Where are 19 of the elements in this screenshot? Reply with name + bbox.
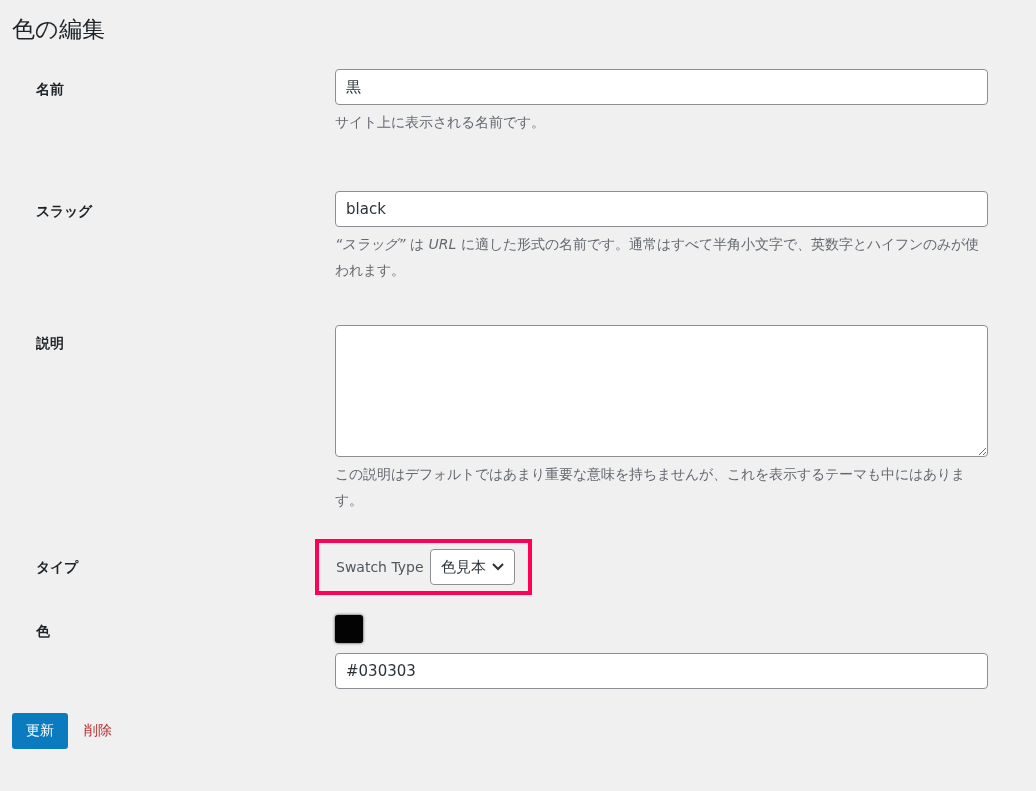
delete-link[interactable]: 削除 <box>84 722 112 740</box>
field-description: “スラッグ” は URL に適した形式の名前です。通常はすべて半角小文字で、英数字とハイフンのみが使われます。 <box>335 235 980 280</box>
text-input[interactable]: black <box>335 191 988 227</box>
color-input[interactable]: #030303 <box>335 653 988 689</box>
text-input[interactable]: 黒 <box>335 69 988 105</box>
field-label: 説明 <box>36 334 65 353</box>
textarea-field[interactable] <box>335 325 988 457</box>
field-description: サイト上に表示される名前です。 <box>335 113 546 132</box>
field-label: 名前 <box>36 80 65 99</box>
page-title: 色の編集 <box>12 15 106 44</box>
chevron-down-icon <box>491 563 504 571</box>
color-swatch[interactable] <box>335 615 363 643</box>
select-label: Swatch Type <box>336 559 424 575</box>
field-description: この説明はデフォルトではあまり重要な意味を持ちませんが、これを表示するテーマも中にはあります。 <box>335 465 966 510</box>
field-label: スラッグ <box>36 202 94 221</box>
swatch-type-select[interactable]: 色見本 <box>429 549 515 585</box>
field-label: タイプ <box>36 558 80 577</box>
update-button[interactable]: 更新 <box>12 713 68 749</box>
field-label: 色 <box>36 622 51 641</box>
